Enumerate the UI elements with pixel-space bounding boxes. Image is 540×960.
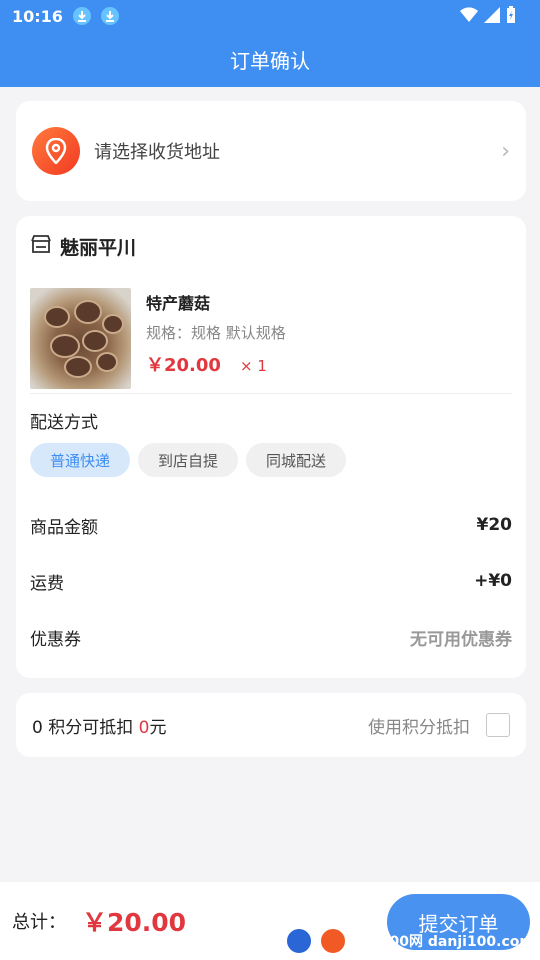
page-header: 订单确认: [0, 32, 540, 87]
product-quantity: × 1: [240, 357, 267, 375]
download-icon: [72, 7, 91, 25]
bottom-bar: 总计： ￥20.00 提交订单 单机100网 danji100.com: [0, 882, 540, 960]
page-title: 订单确认: [230, 49, 310, 73]
coupon-row[interactable]: 优惠券 无可用优惠券: [30, 609, 512, 665]
product-name: 特产蘑菇: [146, 294, 211, 313]
watermark-logo-icon: [317, 926, 348, 956]
use-points-checkbox[interactable]: [486, 713, 510, 737]
address-selector[interactable]: 请选择收货地址 ›: [16, 101, 526, 201]
product-spec: 规格：规格 默认规格: [146, 324, 286, 342]
goods-amount-value: ¥20: [476, 515, 513, 535]
battery-icon: [506, 6, 516, 28]
delivery-option-express[interactable]: 普通快递: [30, 443, 131, 477]
delivery-method-label: 配送方式: [30, 413, 98, 433]
watermark-text: 单机100网 danji100.com: [351, 934, 534, 950]
download-icon: [100, 7, 119, 25]
coupon-label: 优惠券: [30, 629, 81, 650]
goods-amount-row: 商品金额 ¥20: [30, 497, 512, 553]
shop-name: 魅丽平川: [60, 236, 137, 259]
address-placeholder: 请选择收货地址: [94, 142, 220, 163]
product-price: ￥20.00: [146, 355, 221, 376]
status-time: 10:16: [12, 6, 63, 26]
goods-amount-label: 商品金额: [30, 517, 98, 538]
total-label: 总计：: [12, 912, 66, 933]
shop-header: 魅丽平川: [30, 216, 512, 276]
delivery-option-local[interactable]: 同城配送: [246, 443, 347, 477]
delivery-options: 普通快递 到店自提 同城配送: [30, 443, 512, 477]
use-points-label: 使用积分抵扣: [368, 717, 470, 738]
status-bar: 10:16: [0, 0, 540, 32]
location-pin-icon: [32, 127, 80, 175]
chevron-right-icon: ›: [501, 138, 510, 164]
total-amount: ￥20.00: [82, 908, 187, 937]
store-icon: [30, 234, 52, 258]
coupon-value: 无可用优惠券: [410, 629, 512, 650]
order-card: 魅丽平川 特产蘑菇 规格：规格 默认规格 ￥20.00 × 1 配送方式 普通快…: [16, 216, 526, 678]
signal-icon: [484, 7, 500, 27]
wifi-icon: [460, 7, 478, 27]
delivery-option-pickup[interactable]: 到店自提: [138, 443, 239, 477]
product-image: [30, 288, 131, 389]
shipping-row: 运费 +¥0: [30, 553, 512, 609]
watermark-logo-icon: [283, 926, 314, 956]
points-info: 0 积分可抵扣 0元: [32, 717, 167, 738]
points-deduction: 0 积分可抵扣 0元 使用积分抵扣: [16, 693, 526, 757]
shipping-label: 运费: [30, 573, 64, 594]
shipping-value: +¥0: [474, 571, 512, 591]
product-item: 特产蘑菇 规格：规格 默认规格 ￥20.00 × 1: [30, 276, 512, 394]
watermark: 单机100网 danji100.com: [283, 926, 534, 956]
